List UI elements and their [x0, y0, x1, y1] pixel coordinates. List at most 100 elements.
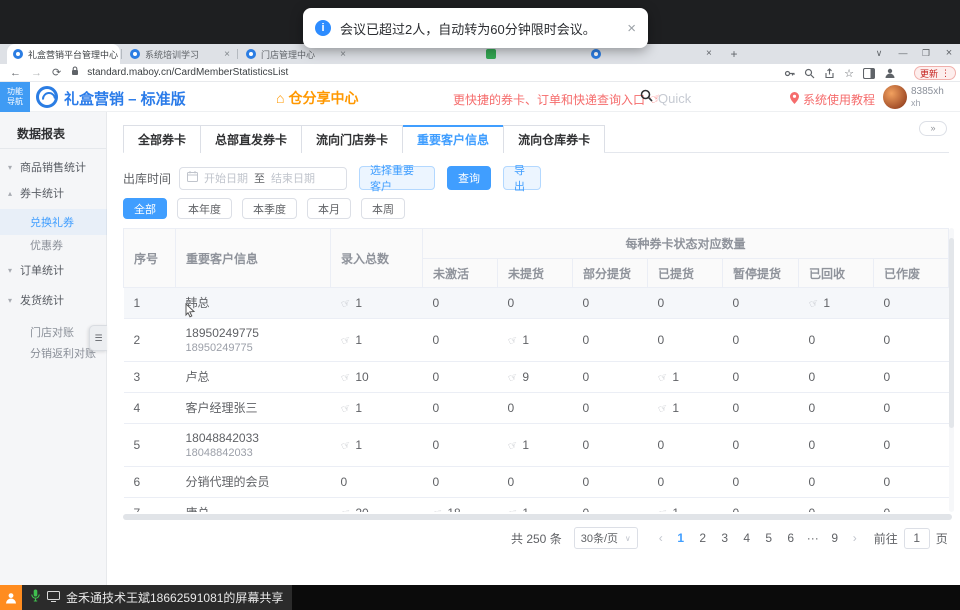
tab-close-icon[interactable]: × [218, 49, 230, 60]
window-menu-button[interactable]: ∨ [868, 44, 890, 64]
tab-close-icon[interactable]: × [118, 49, 120, 60]
microphone-icon[interactable] [31, 589, 40, 607]
page-number[interactable]: 2 [692, 527, 714, 549]
key-icon[interactable] [784, 68, 795, 79]
sidebar-item-4[interactable]: 优惠券 [0, 232, 107, 258]
count-link[interactable]: ☞1 [341, 296, 363, 310]
status-cell[interactable]: ☞1 [498, 498, 573, 513]
count-link[interactable]: ☞1 [658, 370, 680, 384]
count-link[interactable]: ☞1 [508, 333, 530, 347]
browser-tab[interactable]: 礼盒营销平台管理中心× [7, 44, 120, 64]
customer-cell[interactable]: 卢总 [176, 362, 331, 393]
status-cell[interactable]: ☞1 [648, 393, 723, 424]
customer-cell[interactable]: 1895024977518950249775 [176, 319, 331, 362]
tab-5[interactable]: 流向仓库券卡 [503, 126, 604, 153]
count-link[interactable]: ☞1 [658, 506, 680, 512]
prev-page-button[interactable]: ‹ [652, 531, 670, 545]
user-info[interactable]: 8385xh xh [911, 86, 944, 108]
url-text[interactable]: standard.maboy.cn/CardMemberStatisticsLi… [87, 67, 288, 78]
status-cell[interactable]: ☞9 [498, 362, 573, 393]
window-maximize-button[interactable]: ❐ [915, 44, 937, 64]
total-cell[interactable]: ☞1 [331, 424, 423, 467]
count-link[interactable]: ☞1 [341, 438, 363, 452]
window-minimize-button[interactable]: — [892, 44, 914, 64]
status-cell[interactable]: ☞1 [799, 288, 874, 319]
avatar[interactable] [883, 85, 907, 109]
function-nav-toggle[interactable]: 功能导航 [0, 82, 30, 112]
customer-cell[interactable]: 1804884203318048842033 [176, 424, 331, 467]
total-cell[interactable]: ☞1 [331, 319, 423, 362]
sidebar-collapse-handle[interactable]: ☰ [89, 325, 107, 351]
page-number[interactable]: 6 [780, 527, 802, 549]
count-link[interactable]: ☞1 [658, 401, 680, 415]
table-vertical-scrollbar[interactable] [949, 228, 954, 512]
bookmark-star-icon[interactable]: ☆ [844, 67, 854, 80]
status-cell[interactable]: ☞1 [648, 362, 723, 393]
next-page-button[interactable]: › [846, 531, 864, 545]
profile-icon[interactable] [884, 67, 896, 79]
count-link[interactable]: ☞9 [508, 370, 530, 384]
count-link[interactable]: ☞20 [341, 506, 369, 512]
customer-cell[interactable]: 客户经理张三 [176, 393, 331, 424]
count-link[interactable]: ☞1 [341, 333, 363, 347]
tab-close-icon[interactable]: × [334, 49, 346, 60]
sidebar-item-1[interactable]: ▾商品销售统计 [0, 154, 107, 180]
search-button[interactable]: 查询 [447, 166, 491, 190]
date-range-input[interactable]: 开始日期 至 结束日期 [179, 167, 347, 190]
sidebar-item-2[interactable]: ▴券卡统计 [0, 180, 107, 206]
total-cell[interactable]: ☞20 [331, 498, 423, 513]
status-cell[interactable]: ☞1 [498, 424, 573, 467]
total-cell[interactable]: ☞1 [331, 393, 423, 424]
page-number[interactable]: 9 [824, 527, 846, 549]
goto-page-input[interactable] [904, 528, 930, 549]
count-link[interactable]: ☞1 [809, 296, 831, 310]
quick-filter-4[interactable]: 本月 [307, 198, 351, 219]
quick-search-input[interactable]: Quick [640, 89, 691, 107]
window-close-button[interactable]: × [938, 44, 960, 64]
page-number[interactable]: 5 [758, 527, 780, 549]
chrome-update-button[interactable]: 更新⋮ [914, 66, 956, 80]
customer-cell[interactable]: 分销代理的会员 [176, 467, 331, 498]
share-center-link[interactable]: ⌂ 仓分享中心 [276, 88, 358, 108]
page-number[interactable]: 4 [736, 527, 758, 549]
total-cell[interactable]: ☞1 [331, 288, 423, 319]
quick-filter-3[interactable]: 本季度 [242, 198, 297, 219]
count-link[interactable]: ☞1 [341, 401, 363, 415]
customer-cell[interactable]: 韩总 [176, 288, 331, 319]
participant-icon[interactable] [0, 585, 22, 610]
count-link[interactable]: ☞1 [508, 506, 530, 512]
count-link[interactable]: ☞1 [508, 438, 530, 452]
side-panel-icon[interactable] [863, 68, 875, 79]
quick-filter-1[interactable]: 全部 [123, 198, 167, 219]
select-customer-button[interactable]: 选择重要客户 [359, 166, 435, 190]
tab-4[interactable]: 重要客户信息 [402, 126, 503, 153]
table-horizontal-scrollbar[interactable] [123, 514, 952, 520]
page-number[interactable]: 3 [714, 527, 736, 549]
share-icon[interactable] [824, 68, 835, 79]
quick-filter-5[interactable]: 本周 [361, 198, 405, 219]
count-link[interactable]: ☞18 [433, 506, 461, 512]
count-link[interactable]: ☞10 [341, 370, 369, 384]
status-cell[interactable]: ☞1 [648, 498, 723, 513]
export-button[interactable]: 导出 [503, 166, 541, 190]
total-cell[interactable]: ☞10 [331, 362, 423, 393]
sidebar-item-6[interactable]: ▾发货统计 [0, 287, 107, 313]
status-cell[interactable]: ☞18 [423, 498, 498, 513]
customer-cell[interactable]: 唐总 [176, 498, 331, 513]
tab-2[interactable]: 总部直发券卡 [200, 126, 301, 153]
page-size-select[interactable]: 30条/页 ∨ [574, 527, 638, 549]
page-number[interactable]: 1 [670, 527, 692, 549]
status-cell[interactable]: ☞1 [498, 319, 573, 362]
sidebar-item-5[interactable]: ▾订单统计 [0, 257, 107, 283]
tab-3[interactable]: 流向门店券卡 [301, 126, 402, 153]
browser-tab[interactable]: 系统培训学习× [124, 44, 236, 64]
quick-filter-2[interactable]: 本年度 [177, 198, 232, 219]
reload-icon[interactable]: ⟳ [52, 66, 61, 79]
toast-close-icon[interactable]: × [627, 20, 636, 37]
forward-icon[interactable]: → [31, 67, 42, 79]
tab-1[interactable]: 全部券卡 [124, 126, 200, 153]
back-icon[interactable]: ← [10, 67, 21, 79]
quick-entry-link[interactable]: 更快捷的券卡、订单和快递查询入口 ☞ [453, 91, 662, 108]
new-tab-button[interactable]: + [726, 47, 742, 63]
tab-close-icon[interactable]: × [706, 48, 712, 59]
